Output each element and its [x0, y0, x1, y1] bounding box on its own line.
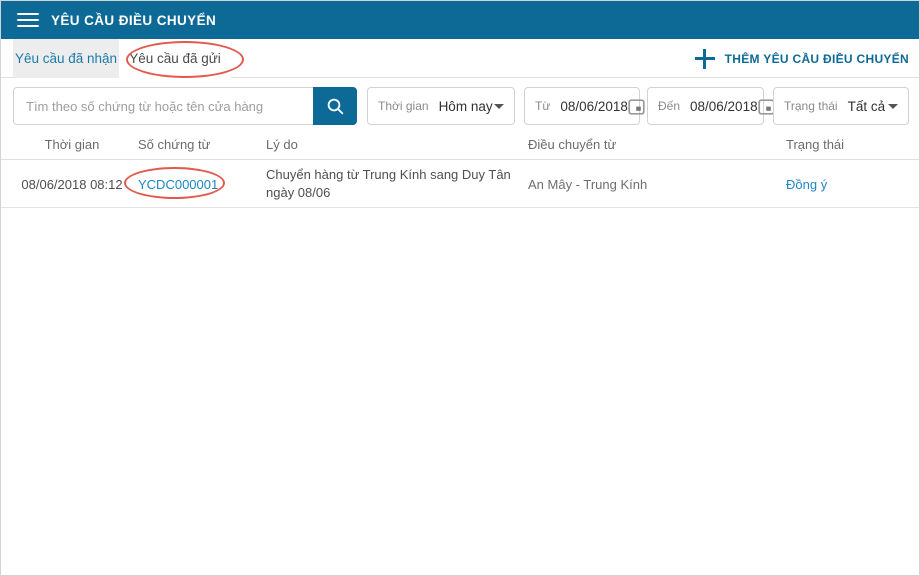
row-reason: Chuyển hàng từ Trung Kính sang Duy Tân n… [266, 166, 518, 202]
time-range-select[interactable]: Thời gian Hôm nay [367, 87, 515, 125]
column-header-time: Thời gian [13, 129, 131, 160]
column-header-status: Trạng thái [786, 129, 906, 160]
chevron-down-icon [888, 104, 898, 109]
time-range-value: Hôm nay [439, 99, 493, 114]
column-header-transfer-from: Điều chuyển từ [528, 129, 768, 160]
search-icon [326, 97, 345, 116]
date-to-label: Đến [658, 99, 680, 113]
status-select[interactable]: Trạng thái Tất cả [773, 87, 909, 125]
tab-bar: Yêu cầu đã nhận Yêu cầu đã gửi THÊM YÊU … [1, 39, 919, 78]
table-row: 08/06/2018 08:12 YCDC000001 Chuyển hàng … [1, 160, 919, 208]
tab-sent-requests[interactable]: Yêu cầu đã gửi [119, 39, 231, 78]
date-to-field[interactable]: Đến 08/06/2018 [647, 87, 764, 125]
status-value: Tất cả [848, 99, 886, 114]
row-transfer-from: An Mây - Trung Kính [528, 160, 768, 208]
date-to-value: 08/06/2018 [690, 99, 758, 114]
search-box [13, 87, 357, 125]
date-from-label: Từ [535, 99, 550, 113]
column-header-reason: Lý do [266, 129, 518, 160]
add-transfer-request-label: THÊM YÊU CẦU ĐIỀU CHUYỂN [725, 52, 909, 66]
page-title: YÊU CẦU ĐIỀU CHUYỂN [51, 13, 216, 28]
tab-received-requests[interactable]: Yêu cầu đã nhận [13, 39, 119, 78]
row-doc-number-link[interactable]: YCDC000001 [138, 177, 218, 192]
search-button[interactable] [313, 87, 357, 125]
hamburger-menu-icon[interactable] [17, 9, 39, 31]
date-from-field[interactable]: Từ 08/06/2018 [524, 87, 640, 125]
table-header: Thời gian Số chứng từ Lý do Điều chuyển … [1, 129, 919, 160]
chevron-down-icon [494, 104, 504, 109]
calendar-icon [628, 98, 645, 115]
filter-row: Thời gian Hôm nay Từ 08/06/2018 Đến 08/0… [1, 87, 919, 125]
date-from-value: 08/06/2018 [560, 99, 628, 114]
plus-icon [695, 49, 715, 69]
app-bar: YÊU CẦU ĐIỀU CHUYỂN [1, 1, 919, 39]
row-time: 08/06/2018 08:12 [13, 160, 131, 208]
row-status-badge: Đồng ý [786, 177, 827, 192]
column-header-doc-number: Số chứng từ [138, 129, 258, 160]
search-input[interactable] [13, 87, 313, 125]
status-label: Trạng thái [784, 99, 838, 113]
transfer-request-screen: YÊU CẦU ĐIỀU CHUYỂN Yêu cầu đã nhận Yêu … [0, 0, 920, 576]
add-transfer-request-button[interactable]: THÊM YÊU CẦU ĐIỀU CHUYỂN [695, 39, 909, 78]
time-range-label: Thời gian [378, 99, 429, 113]
